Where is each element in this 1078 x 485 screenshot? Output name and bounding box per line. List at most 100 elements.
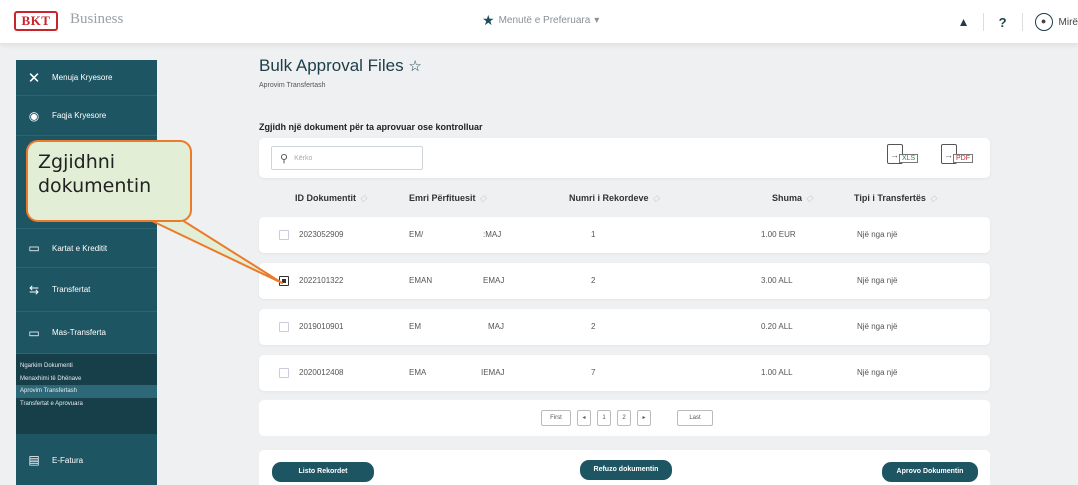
bulk-transfer-icon: ▭ bbox=[28, 325, 40, 340]
cell-name-b: :MAJ bbox=[483, 230, 502, 239]
row-checkbox[interactable] bbox=[279, 368, 289, 378]
search-icon: ⚲ bbox=[280, 152, 289, 165]
row-checkbox[interactable] bbox=[279, 276, 289, 286]
col-header-label: Numri i Rekordeve bbox=[569, 193, 649, 203]
cell-type: Një nga një bbox=[857, 368, 898, 377]
col-header-beneficiary[interactable]: Emri Përfituesit ◇ bbox=[409, 193, 486, 204]
sidebar-item-label: Transfertat bbox=[52, 285, 91, 294]
row-checkbox[interactable] bbox=[279, 230, 289, 240]
table-row[interactable]: 2023052909 EM/ :MAJ 1 1.00 EUR Një nga n… bbox=[259, 217, 990, 253]
cell-amount: 3.00 ALL bbox=[761, 276, 793, 285]
col-header-id[interactable]: ID Dokumentit ◇ bbox=[295, 193, 367, 204]
bkt-logo[interactable]: BKT bbox=[14, 11, 58, 31]
favorites-menu[interactable]: ★ Menutë e Preferuara ▾ bbox=[482, 13, 599, 27]
sidebar-submenu: Ngarkim Dokumenti Menaxhimi të Dhënave A… bbox=[16, 354, 157, 434]
top-bar: BKT Business ★ Menutë e Preferuara ▾ ▲ ?… bbox=[0, 0, 1078, 44]
callout-line-1: Zgjidhni bbox=[38, 151, 116, 173]
invoice-icon: ▤ bbox=[28, 453, 40, 467]
sidebar-item-transfers[interactable]: ⇆ Transfertat bbox=[16, 268, 157, 312]
cell-amount: 1.00 EUR bbox=[761, 230, 796, 239]
user-greeting[interactable]: Mirë bbox=[1059, 17, 1078, 28]
table-row[interactable]: 2019010901 EM MAJ 2 0.20 ALL Një nga një bbox=[259, 309, 990, 345]
sort-icon: ◇ bbox=[806, 193, 813, 203]
cell-records: 1 bbox=[591, 230, 596, 239]
table-row-selected[interactable]: 2022101322 EMAN EMAJ 2 3.00 ALL Një nga … bbox=[259, 263, 990, 299]
close-icon[interactable]: ✕ bbox=[26, 69, 42, 87]
cell-records: 2 bbox=[591, 276, 596, 285]
sidebar-subitem-active[interactable]: Aprovim Transfertash bbox=[16, 385, 157, 398]
chevron-down-icon: ▾ bbox=[594, 14, 600, 26]
help-button[interactable]: ? bbox=[984, 15, 1022, 30]
favorite-star-icon[interactable]: ☆ bbox=[408, 58, 421, 75]
callout-tooltip: Zgjidhni dokumentin bbox=[26, 140, 192, 222]
transfer-icon: ⇆ bbox=[28, 282, 40, 297]
xls-label: XLS bbox=[899, 154, 919, 163]
export-xls-button[interactable]: → XLS bbox=[887, 144, 927, 168]
sort-icon: ◇ bbox=[479, 193, 487, 203]
search-input[interactable]: ⚲ Kërko bbox=[271, 146, 423, 170]
pagination-page-2[interactable]: 2 bbox=[617, 410, 631, 426]
sort-icon: ◇ bbox=[360, 193, 367, 203]
cell-type: Një nga një bbox=[857, 322, 898, 331]
favorites-label: Menutë e Preferuara bbox=[498, 14, 591, 26]
reject-document-button[interactable]: Refuzo dokumentin bbox=[580, 460, 672, 480]
pagination-last[interactable]: Last bbox=[677, 410, 713, 426]
cell-name-b: IEMAJ bbox=[481, 368, 505, 377]
sidebar-item-bulk-transfers[interactable]: ▭ Mas-Transferta bbox=[16, 312, 157, 354]
cell-amount: 1.00 ALL bbox=[761, 368, 793, 377]
sidebar-item-e-invoice[interactable]: ▤ E-Fatura bbox=[16, 440, 157, 480]
table-row[interactable]: 2020012408 EMA IEMAJ 7 1.00 ALL Një nga … bbox=[259, 355, 990, 391]
pagination-prev[interactable]: ◂ bbox=[577, 410, 591, 426]
export-arrow-icon: → bbox=[890, 150, 899, 160]
cell-id: 2022101322 bbox=[299, 276, 344, 285]
col-header-label: ID Dokumentit bbox=[295, 193, 357, 203]
page-title-text: Bulk Approval Files bbox=[259, 56, 404, 75]
cell-type: Një nga një bbox=[857, 276, 898, 285]
cell-name-b: EMAJ bbox=[483, 276, 505, 285]
callout-line-2: dokumentin bbox=[38, 175, 152, 197]
row-checkbox[interactable] bbox=[279, 322, 289, 332]
bell-icon[interactable]: ▲ bbox=[945, 15, 983, 29]
pagination-card: First ◂ 1 2 ▸ Last bbox=[259, 400, 990, 436]
approve-document-button[interactable]: Aprovo Dokumentin bbox=[882, 462, 978, 482]
cell-id: 2020012408 bbox=[299, 368, 344, 377]
sidebar-subitem[interactable]: Ngarkim Dokumenti bbox=[16, 360, 157, 373]
col-header-amount[interactable]: Shuma ◇ bbox=[772, 193, 813, 204]
cell-type: Një nga një bbox=[857, 230, 898, 239]
sidebar-item-label: E-Fatura bbox=[52, 455, 84, 465]
sidebar-item-label: Kartat e Kreditit bbox=[52, 243, 108, 253]
sort-icon: ◇ bbox=[929, 193, 937, 203]
export-pdf-button[interactable]: → PDF bbox=[941, 144, 981, 168]
list-records-button[interactable]: Listo Rekordet bbox=[272, 462, 374, 482]
sidebar-subitem[interactable]: Transfertat e Aprovuara bbox=[16, 398, 157, 411]
cell-records: 7 bbox=[591, 368, 596, 377]
divider bbox=[1021, 13, 1023, 31]
col-header-records[interactable]: Numri i Rekordeve ◇ bbox=[569, 193, 659, 204]
brand-tag: Business bbox=[70, 11, 124, 27]
pagination-page-1[interactable]: 1 bbox=[597, 410, 611, 426]
export-arrow-icon: → bbox=[944, 150, 953, 160]
search-card: ⚲ Kërko → XLS → PDF bbox=[259, 138, 990, 178]
sidebar-subitem[interactable]: Menaxhimi të Dhënave bbox=[16, 373, 157, 386]
col-header-label: Tipi i Transfertës bbox=[854, 193, 926, 203]
star-icon: ★ bbox=[482, 12, 495, 28]
pagination-next[interactable]: ▸ bbox=[637, 410, 651, 426]
sidebar-item-main-menu[interactable]: ✕ Menuja Kryesore bbox=[16, 60, 157, 96]
table-header: ID Dokumentit ◇ Emri Përfituesit ◇ Numri i… bbox=[259, 193, 990, 209]
breadcrumb: Aprovim Transfertash bbox=[259, 82, 326, 89]
col-header-label: Emri Përfituesit bbox=[409, 193, 476, 203]
cell-name-a: EM/ bbox=[409, 230, 424, 239]
sidebar-item-credit-cards[interactable]: ▭ Kartat e Kreditit bbox=[16, 228, 157, 268]
col-header-label: Shuma bbox=[772, 193, 803, 203]
sidebar: ✕ Menuja Kryesore ◉ Faqja Kryesore ▭ Kar… bbox=[16, 60, 157, 485]
col-header-type[interactable]: Tipi i Transfertës ◇ bbox=[854, 193, 937, 204]
credit-card-icon: ▭ bbox=[28, 241, 40, 255]
user-avatar-icon[interactable]: ● bbox=[1034, 13, 1053, 31]
cell-name-a: EMAN bbox=[409, 276, 433, 285]
pagination-first[interactable]: First bbox=[541, 410, 571, 426]
home-icon: ◉ bbox=[28, 108, 40, 123]
sidebar-item-label: Mas-Transferta bbox=[52, 328, 106, 337]
sidebar-item-home[interactable]: ◉ Faqja Kryesore bbox=[16, 96, 157, 136]
cell-records: 2 bbox=[591, 322, 596, 331]
page-title: Bulk Approval Files ☆ bbox=[259, 56, 422, 76]
